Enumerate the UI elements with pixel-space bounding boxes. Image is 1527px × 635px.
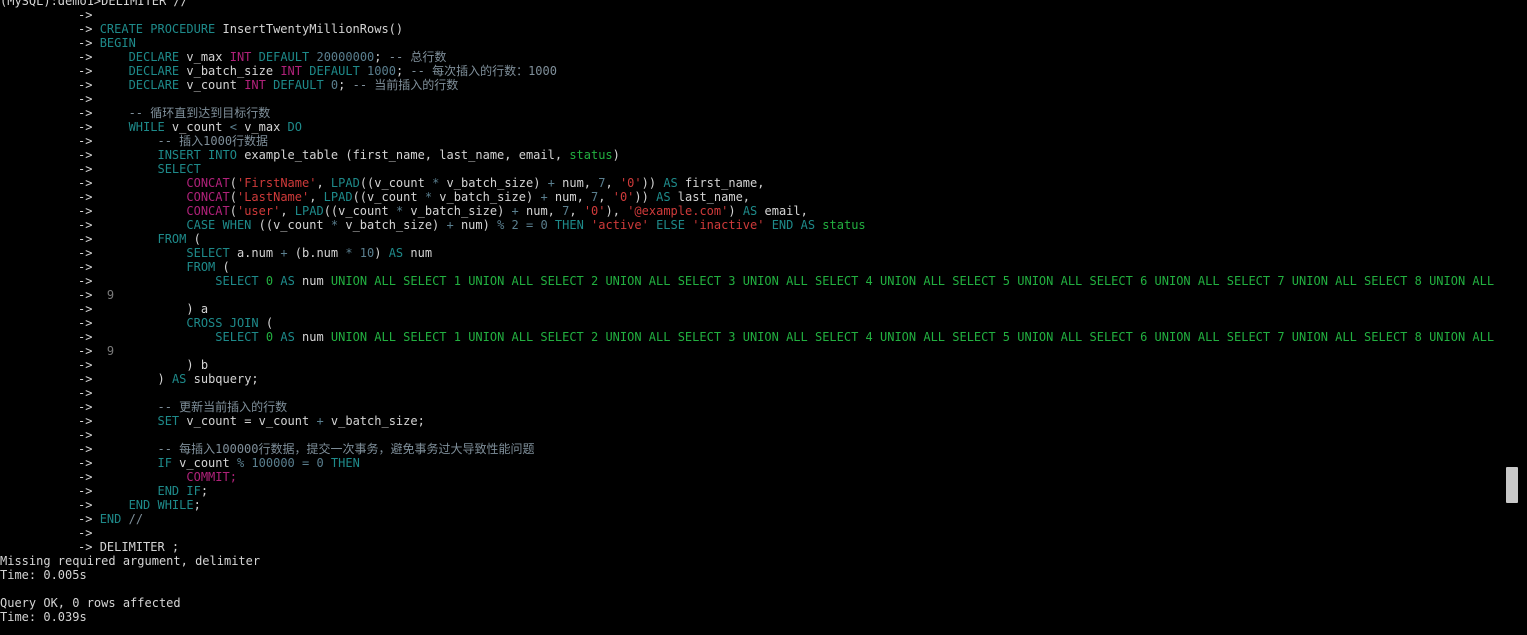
scrollbar-thumb[interactable] <box>1506 467 1518 503</box>
terminal-line: -> -- 每插入100000行数据，提交一次事务，避免事务过大导致性能问题 <box>78 442 535 456</box>
terminal-line: -> IF v_count % 100000 = 0 THEN <box>78 456 360 470</box>
terminal-line: -> -- 更新当前插入的行数 <box>78 400 288 414</box>
terminal-line: -> ) AS subquery; <box>78 372 259 386</box>
terminal-line: -> DECLARE v_max INT DEFAULT 20000000; -… <box>78 50 447 64</box>
terminal-line: -> FROM ( <box>78 260 230 274</box>
terminal-line: -> <box>78 428 93 442</box>
terminal-line: -> SELECT a.num + (b.num * 10) AS num <box>78 246 433 260</box>
terminal-line: -> SET v_count = v_count + v_batch_size; <box>78 414 425 428</box>
terminal-line: -> END WHILE; <box>78 498 201 512</box>
terminal-line: -> DECLARE v_batch_size INT DEFAULT 1000… <box>78 64 557 78</box>
terminal-line: -> ) b <box>78 358 209 372</box>
terminal-line: -> DELIMITER ; <box>78 540 180 554</box>
terminal-line: -> 9 <box>78 288 115 302</box>
terminal-line: -> <box>78 526 93 540</box>
terminal-line: -> INSERT INTO example_table (first_name… <box>78 148 620 162</box>
terminal-line: -> -- 循环直到达到目标行数 <box>78 106 271 120</box>
terminal-line: -> CREATE PROCEDURE InsertTwentyMillionR… <box>78 22 404 36</box>
terminal-line: -> DECLARE v_count INT DEFAULT 0; -- 当前插… <box>78 78 459 92</box>
error-message: Missing required argument, delimiter <box>0 554 261 568</box>
query-result: Query OK, 0 rows affected <box>0 596 181 610</box>
terminal-line: -> ) a <box>78 302 209 316</box>
terminal-line: -> SELECT 0 AS num UNION ALL SELECT 1 UN… <box>78 330 1500 344</box>
query-time: Time: 0.039s <box>0 610 87 624</box>
terminal-line: -> -- 插入1000行数据 <box>78 134 269 148</box>
terminal-line: -> CONCAT('FirstName', LPAD((v_count * v… <box>78 176 765 190</box>
terminal-line: -> END // <box>78 512 144 526</box>
terminal-line: -> SELECT <box>78 162 201 176</box>
vertical-scrollbar[interactable] <box>1506 0 1518 635</box>
terminal-line: -> CASE WHEN ((v_count * v_batch_size) +… <box>78 218 866 232</box>
terminal-line: -> COMMIT; <box>78 470 237 484</box>
terminal-line: -> BEGIN <box>78 36 136 50</box>
terminal-output[interactable]: (MySQL):demo1>DELIMITER // -> -> CREATE … <box>0 0 1500 635</box>
query-time: Time: 0.005s <box>0 568 87 582</box>
terminal-line: -> 9 <box>78 344 115 358</box>
terminal-line: -> END IF; <box>78 484 209 498</box>
terminal-line: -> CROSS JOIN ( <box>78 316 274 330</box>
terminal-line: (MySQL):demo1>DELIMITER // <box>0 0 188 8</box>
terminal-line: -> <box>78 386 93 400</box>
terminal-line: -> WHILE v_count < v_max DO <box>78 120 302 134</box>
terminal-line: -> SELECT 0 AS num UNION ALL SELECT 1 UN… <box>78 274 1500 288</box>
terminal-line: -> <box>78 92 93 106</box>
terminal-line: -> CONCAT('user', LPAD((v_count * v_batc… <box>78 204 808 218</box>
terminal-line: -> FROM ( <box>78 232 201 246</box>
terminal-line: -> CONCAT('LastName', LPAD((v_count * v_… <box>78 190 751 204</box>
terminal-line: -> <box>78 8 93 22</box>
